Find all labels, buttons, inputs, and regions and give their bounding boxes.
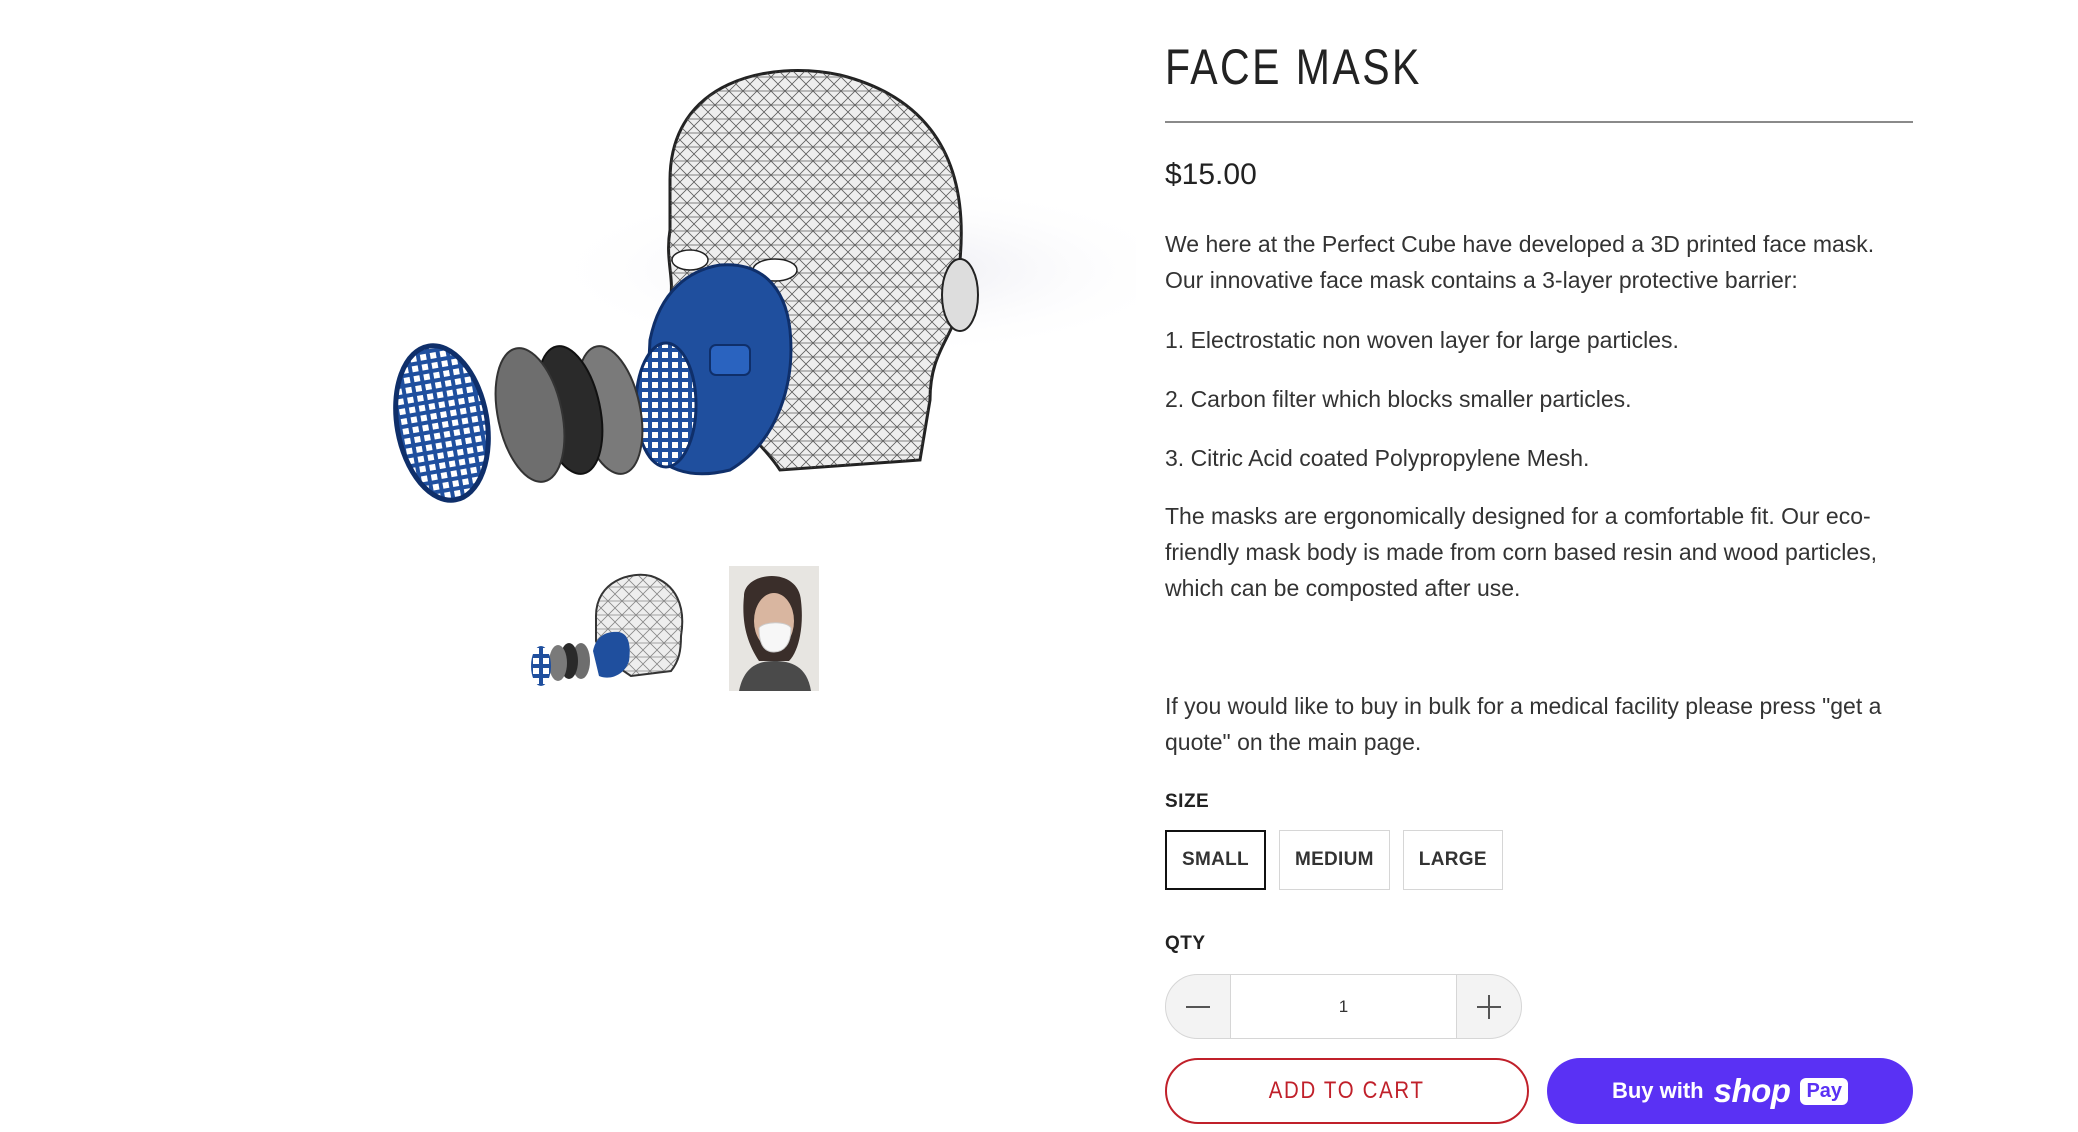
shop-logo-text: shop (1713, 1072, 1791, 1109)
qty-label: QTY (1165, 933, 1206, 954)
decrease-qty-button[interactable] (1166, 975, 1230, 1038)
description-layer-2: 2. Carbon filter which blocks smaller pa… (1165, 386, 1632, 412)
plus-icon (1477, 994, 1501, 1019)
quantity-input[interactable] (1230, 975, 1457, 1038)
description-design: The masks are ergonomically designed for… (1165, 503, 1878, 601)
size-option-small[interactable]: SMALL (1165, 830, 1266, 890)
pay-badge: Pay (1800, 1077, 1849, 1105)
title-divider (1165, 121, 1913, 123)
thumbnail-mask-render[interactable] (530, 565, 712, 692)
description-bulk: If you would like to buy in bulk for a m… (1165, 693, 1882, 755)
size-option-medium[interactable]: MEDIUM (1278, 830, 1390, 890)
description-layer-3: 3. Citric Acid coated Polypropylene Mesh… (1165, 445, 1590, 471)
size-label: SIZE (1165, 791, 1210, 812)
size-selector: SMALL MEDIUM LARGE (1165, 830, 1503, 890)
buy-with-label: Buy with (1611, 1078, 1704, 1103)
product-gallery (330, 0, 1200, 720)
buy-with-shop-pay-button[interactable]: Buy with shop Pay (1547, 1058, 1913, 1124)
main-product-image[interactable] (330, 0, 1200, 535)
thumbnail-strip (530, 565, 820, 692)
increase-qty-button[interactable] (1457, 975, 1521, 1038)
add-to-cart-label: ADD TO CART (1269, 1077, 1425, 1104)
add-to-cart-button[interactable]: ADD TO CART (1165, 1058, 1529, 1124)
product-title: FACE MASK (1165, 39, 1422, 95)
description-layer-1: 1. Electrostatic non woven layer for lar… (1165, 327, 1679, 353)
description-intro: We here at the Perfect Cube have develop… (1165, 231, 1875, 293)
minus-icon (1186, 1005, 1210, 1008)
size-option-large[interactable]: LARGE (1402, 830, 1503, 890)
product-price: $15.00 (1165, 158, 1257, 191)
thumbnail-person-wearing-mask[interactable] (728, 565, 820, 692)
quantity-stepper (1165, 974, 1522, 1039)
